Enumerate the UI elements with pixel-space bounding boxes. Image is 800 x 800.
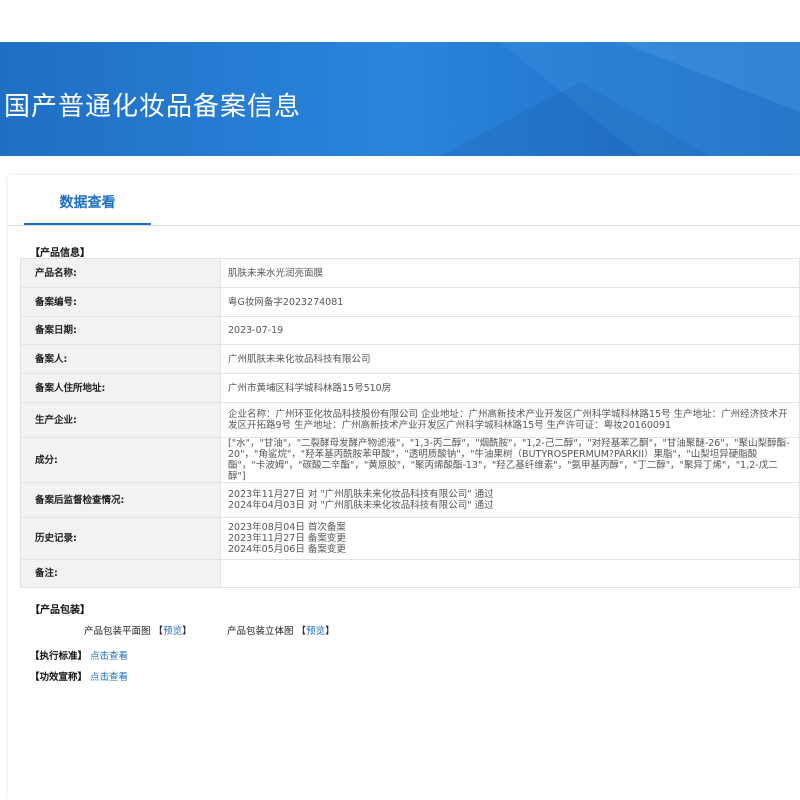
product-name-value: 肌肤未来水光润亮面膜	[220, 258, 800, 288]
package-flat-preview-link[interactable]: 预览	[163, 626, 182, 637]
package-flat-label: 产品包装平面图	[84, 626, 151, 637]
row-label: 生产企业:	[20, 402, 221, 438]
standard-row: 【执行标准】 点击查看	[30, 648, 128, 662]
row-label: 产品名称:	[20, 258, 221, 288]
standard-label: 【执行标准】	[30, 651, 88, 662]
filer-value: 广州肌肤未来化妆品科技有限公司	[220, 344, 800, 374]
manufacturer-value: 企业名称：广州环亚化妆品科技股份有限公司 企业地址：广州高新技术产业开发区广州科…	[220, 402, 800, 438]
package-flat-view: 产品包装平面图 【预览】	[84, 623, 192, 637]
ingredients-value: ["水"，"甘油"，"二裂酵母发酵产物滤液"，"1,3-丙二醇"，"烟酰胺"，"…	[220, 437, 800, 483]
bracket-close: 】	[325, 626, 335, 637]
row-label: 备注:	[20, 559, 221, 588]
table-row-filer-address: 备案人住所地址: 广州市黄埔区科学城科林路15号510房	[20, 373, 800, 403]
tab-data-view[interactable]: 数据查看	[24, 175, 151, 225]
product-info-table: 产品名称: 肌肤未来水光润亮面膜 备案编号: 粤G妆网备字2023274081 …	[20, 258, 800, 588]
table-row-filer: 备案人: 广州肌肤未来化妆品科技有限公司	[20, 344, 800, 374]
package-solid-label: 产品包装立体图	[227, 626, 294, 637]
package-solid-view: 产品包装立体图 【预览】	[227, 623, 335, 637]
table-row-history: 历史记录: 2023年08月04日 首次备案 2023年11月27日 备案变更 …	[20, 517, 800, 560]
efficacy-view-link[interactable]: 点击查看	[90, 672, 128, 683]
row-label: 备案编号:	[20, 287, 221, 317]
table-row-remarks: 备注:	[20, 559, 800, 588]
efficacy-label: 【功效宣称】	[30, 672, 88, 683]
inspection-value: 2023年11月27日 对 "广州肌肤未来化妆品科技有限公司" 通过 2024年…	[220, 482, 800, 518]
tab-bar: 数据查看	[8, 175, 800, 226]
table-row-filing-date: 备案日期: 2023-07-19	[20, 316, 800, 345]
table-row-inspection: 备案后监督检查情况: 2023年11月27日 对 "广州肌肤未来化妆品科技有限公…	[20, 482, 800, 518]
standard-view-link[interactable]: 点击查看	[90, 651, 128, 662]
row-label: 备案后监督检查情况:	[20, 482, 221, 518]
filing-date-value: 2023-07-19	[220, 316, 800, 345]
filing-number-value: 粤G妆网备字2023274081	[220, 287, 800, 317]
row-label: 历史记录:	[20, 517, 221, 560]
table-row-product-name: 产品名称: 肌肤未来水光润亮面膜	[20, 258, 800, 288]
filer-address-value: 广州市黄埔区科学城科林路15号510房	[220, 373, 800, 403]
table-row-manufacturer: 生产企业: 企业名称：广州环亚化妆品科技股份有限公司 企业地址：广州高新技术产业…	[20, 402, 800, 438]
efficacy-row: 【功效宣称】 点击查看	[30, 669, 128, 683]
header-banner: 国产普通化妆品备案信息	[0, 42, 800, 156]
bracket-close: 】	[182, 626, 192, 637]
table-row-ingredients: 成分: ["水"，"甘油"，"二裂酵母发酵产物滤液"，"1,3-丙二醇"，"烟酰…	[20, 437, 800, 483]
row-label: 备案日期:	[20, 316, 221, 345]
product-info-section-title: 【产品信息】	[30, 248, 90, 259]
package-solid-preview-link[interactable]: 预览	[306, 626, 325, 637]
bracket-open: 【	[153, 626, 164, 637]
row-label: 成分:	[20, 437, 221, 483]
bracket-open: 【	[296, 626, 307, 637]
packaging-section-title: 【产品包装】	[30, 605, 90, 616]
history-value: 2023年08月04日 首次备案 2023年11月27日 备案变更 2024年0…	[220, 517, 800, 560]
banner-decoration	[440, 42, 800, 156]
table-row-filing-number: 备案编号: 粤G妆网备字2023274081	[20, 287, 800, 317]
row-label: 备案人住所地址:	[20, 373, 221, 403]
remarks-value	[220, 559, 800, 588]
site-title: 国产普通化妆品备案信息	[4, 92, 302, 122]
row-label: 备案人:	[20, 344, 221, 374]
